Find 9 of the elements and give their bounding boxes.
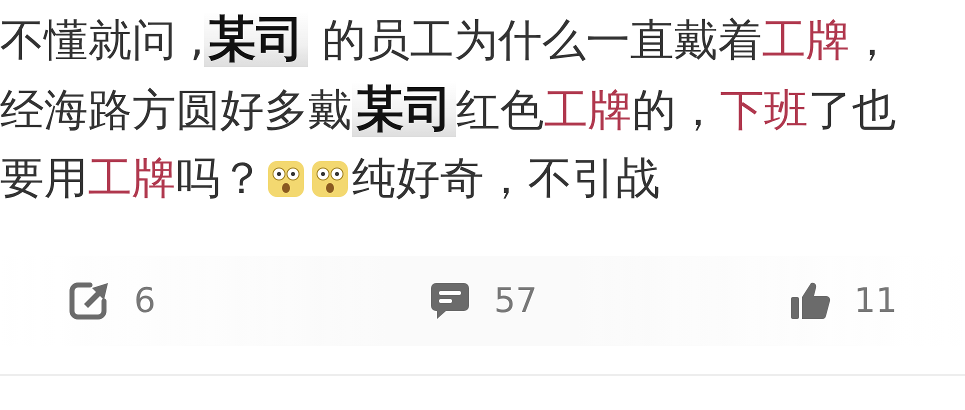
post-text: 要用工牌吗？	[0, 152, 264, 206]
count-label: 6	[134, 280, 156, 322]
count-label: 11	[854, 280, 898, 322]
post-text: 纯好奇，不引战	[352, 152, 660, 206]
emoji-icon	[310, 159, 350, 199]
emoji-icon	[266, 159, 306, 199]
count-label: 57	[494, 280, 538, 322]
post-text: 经海路方圆好多戴某司 红色工牌的，下班了也	[0, 80, 897, 139]
post-text: 不懂就问 ,某司 的员工为什么一直戴着工牌，	[0, 10, 895, 69]
